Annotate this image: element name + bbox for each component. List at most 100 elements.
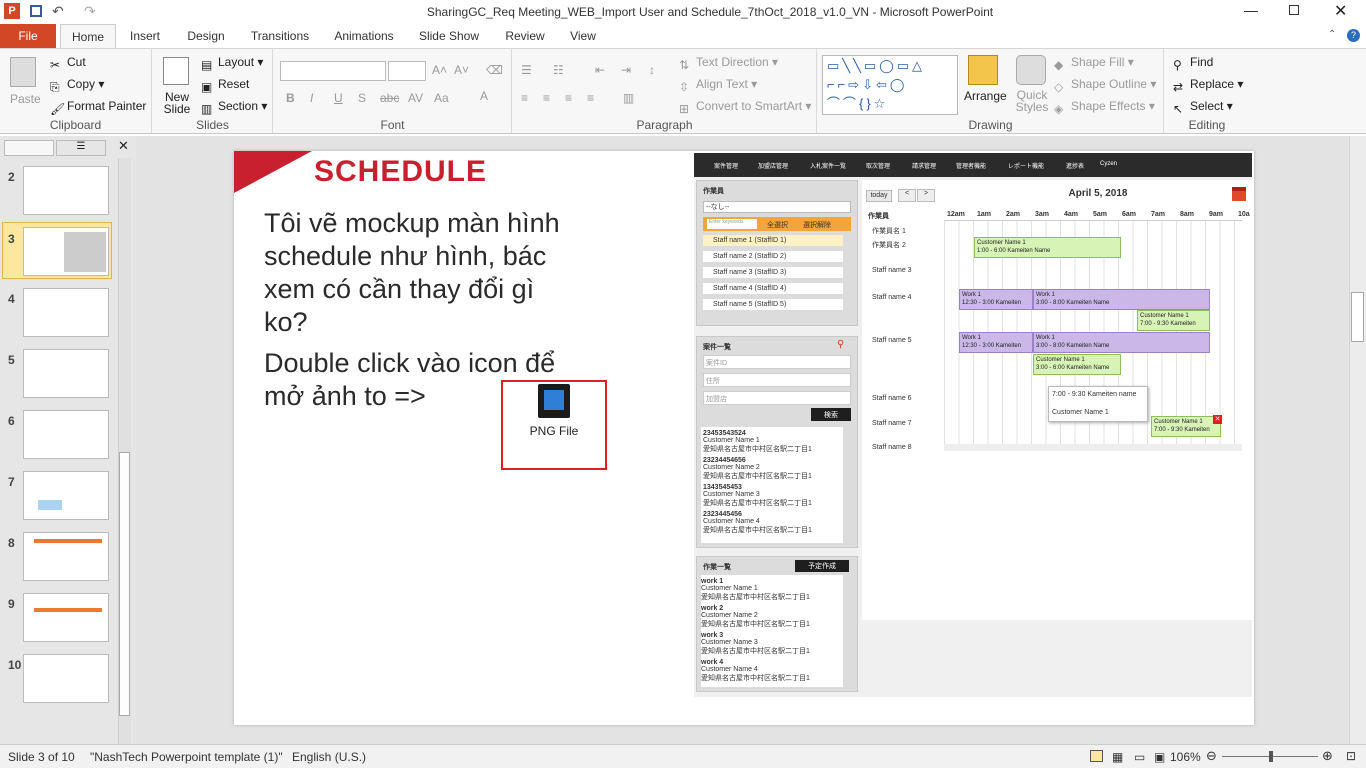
change-case-icon[interactable]: Aa — [434, 91, 449, 105]
quick-styles-button[interactable]: Quick Styles — [1012, 89, 1052, 113]
shapes-gallery[interactable]: ▭╲╲▭◯▭△ ⌐⌐⇨⇩⇦◯ ⌒⌒{}☆ — [822, 55, 958, 115]
panel-scroll-thumb[interactable] — [119, 452, 130, 716]
italic-icon[interactable]: I — [310, 91, 313, 105]
zoom-in-icon[interactable]: ⊕ — [1322, 748, 1333, 764]
slide-thumbnail[interactable] — [23, 410, 109, 459]
align-text-button[interactable]: ⇳ Align Text ▾ — [679, 77, 757, 94]
slide-thumbnail[interactable] — [23, 471, 109, 520]
tab-slide-show[interactable]: Slide Show — [412, 24, 486, 48]
new-slide-icon[interactable] — [163, 57, 189, 85]
undo-icon[interactable]: ↶ — [52, 3, 64, 20]
columns-icon[interactable]: ▥ — [623, 91, 634, 105]
vertical-scrollbar[interactable] — [1349, 136, 1366, 744]
shape-fill-button[interactable]: ◆ Shape Fill ▾ — [1054, 55, 1134, 72]
new-slide-button[interactable]: New Slide — [159, 91, 195, 115]
minimize-ribbon-icon[interactable]: ⌃ — [1328, 29, 1336, 40]
slides-tab[interactable] — [4, 140, 54, 156]
slide-heading[interactable]: SCHEDULE — [314, 155, 487, 189]
reading-view-icon[interactable]: ▭ — [1134, 750, 1145, 764]
font-size-select[interactable] — [388, 61, 426, 81]
arrange-button[interactable]: Arrange — [964, 89, 1007, 103]
shrink-font-icon[interactable]: A˅ — [454, 63, 469, 77]
clear-format-icon[interactable]: ⌫ — [486, 63, 503, 77]
increase-indent-icon[interactable]: ⇥ — [621, 63, 631, 77]
shape-outline-button[interactable]: ◇ Shape Outline ▾ — [1054, 77, 1156, 94]
quick-styles-icon[interactable] — [1016, 55, 1046, 85]
slide-thumbnail[interactable] — [23, 288, 109, 337]
slide-thumbnail-active[interactable] — [23, 227, 109, 276]
calendar-hscrollbar — [944, 444, 1242, 451]
tab-review[interactable]: Review — [498, 24, 552, 48]
paste-icon[interactable] — [10, 57, 36, 87]
underline-icon[interactable]: U — [334, 91, 343, 105]
convert-smartart-button[interactable]: ⊞ Convert to SmartArt ▾ — [679, 99, 811, 116]
help-icon[interactable]: ? — [1347, 29, 1360, 42]
text-direction-button[interactable]: ⇅ Text Direction ▾ — [679, 55, 778, 72]
effects-icon: ◈ — [1054, 102, 1064, 116]
tab-home[interactable]: Home — [60, 24, 116, 48]
slide-body-text-1[interactable]: Tôi vẽ mockup màn hình schedule như hình… — [264, 207, 564, 339]
tab-file[interactable]: File — [0, 24, 56, 48]
case-item-address: 愛知県名古屋市中村区名駅二丁目1 — [703, 527, 812, 534]
font-name-select[interactable] — [280, 61, 386, 81]
strikethrough-icon[interactable]: abc — [380, 91, 399, 105]
arrange-icon[interactable] — [968, 55, 998, 85]
reset-button[interactable]: ▣ Reset — [201, 77, 249, 94]
staff-row-label: 作業員名 2 — [872, 242, 906, 249]
bold-icon[interactable]: B — [286, 91, 295, 105]
slideshow-icon[interactable]: ▣ — [1154, 750, 1165, 764]
powerpoint-logo-icon[interactable]: P — [4, 3, 20, 19]
hour-label: 9am — [1209, 211, 1224, 218]
grow-font-icon[interactable]: A˄ — [432, 63, 447, 77]
normal-view-icon[interactable] — [1090, 750, 1103, 762]
editing-label: Editing — [1188, 118, 1226, 132]
shape-effects-button[interactable]: ◈ Shape Effects ▾ — [1054, 99, 1155, 116]
copy-button[interactable]: ⎘ Copy ▾ — [50, 77, 104, 94]
align-right-icon[interactable]: ≡ — [565, 91, 572, 105]
close-button[interactable]: ✕ — [1334, 1, 1347, 21]
numbering-icon[interactable]: ☷ — [553, 63, 564, 77]
slide-thumbnail[interactable] — [23, 166, 109, 215]
section-button[interactable]: ▥ Section ▾ — [201, 99, 267, 116]
zoom-level[interactable]: 106% — [1170, 750, 1201, 764]
tab-design[interactable]: Design — [180, 24, 232, 48]
select-button[interactable]: ↖ Select ▾ — [1173, 99, 1233, 116]
slide-sorter-icon[interactable]: ▦ — [1112, 750, 1123, 764]
shadow-icon[interactable]: S — [358, 91, 366, 105]
replace-button[interactable]: ⇄ Replace ▾ — [1173, 77, 1243, 94]
restore-button[interactable] — [1289, 5, 1299, 15]
font-color-icon[interactable]: A — [480, 89, 488, 103]
justify-icon[interactable]: ≡ — [587, 91, 594, 105]
bullets-icon[interactable]: ☰ — [521, 63, 532, 77]
vertical-scroll-thumb[interactable] — [1351, 292, 1364, 342]
slide-thumbnail[interactable] — [23, 654, 109, 703]
find-button[interactable]: ⚲ Find — [1173, 55, 1213, 72]
paste-button[interactable]: Paste — [10, 92, 41, 106]
save-icon[interactable] — [30, 5, 42, 17]
format-painter-button[interactable]: 🖌 Format Painter — [50, 99, 146, 116]
tab-animations[interactable]: Animations — [328, 24, 400, 48]
tab-insert[interactable]: Insert — [122, 24, 168, 48]
outline-tab[interactable]: ☰ — [56, 140, 106, 156]
tab-view[interactable]: View — [562, 24, 604, 48]
spacing-icon[interactable]: AV — [408, 91, 423, 105]
png-file-object[interactable]: PNG File — [501, 380, 607, 470]
slide-thumbnail[interactable] — [23, 593, 109, 642]
close-pane-icon[interactable]: ✕ — [118, 138, 129, 154]
decrease-indent-icon[interactable]: ⇤ — [595, 63, 605, 77]
minimize-button[interactable]: — — [1244, 2, 1258, 18]
zoom-out-icon[interactable]: ⊖ — [1206, 748, 1217, 764]
language-indicator[interactable]: English (U.S.) — [292, 750, 366, 764]
cut-button[interactable]: ✂ Cut — [50, 55, 86, 72]
fit-to-window-icon[interactable]: ⊡ — [1346, 749, 1356, 763]
align-left-icon[interactable]: ≡ — [521, 91, 528, 105]
hour-label: 10a — [1238, 211, 1250, 218]
line-spacing-icon[interactable]: ↕ — [649, 63, 655, 77]
tab-transitions[interactable]: Transitions — [244, 24, 316, 48]
layout-button[interactable]: ▤ Layout ▾ — [201, 55, 263, 72]
slide-thumbnail[interactable] — [23, 349, 109, 398]
align-center-icon[interactable]: ≡ — [543, 91, 550, 105]
slide-thumbnail[interactable] — [23, 532, 109, 581]
zoom-slider-thumb[interactable] — [1269, 751, 1273, 762]
redo-icon[interactable]: ↷ — [84, 3, 96, 20]
